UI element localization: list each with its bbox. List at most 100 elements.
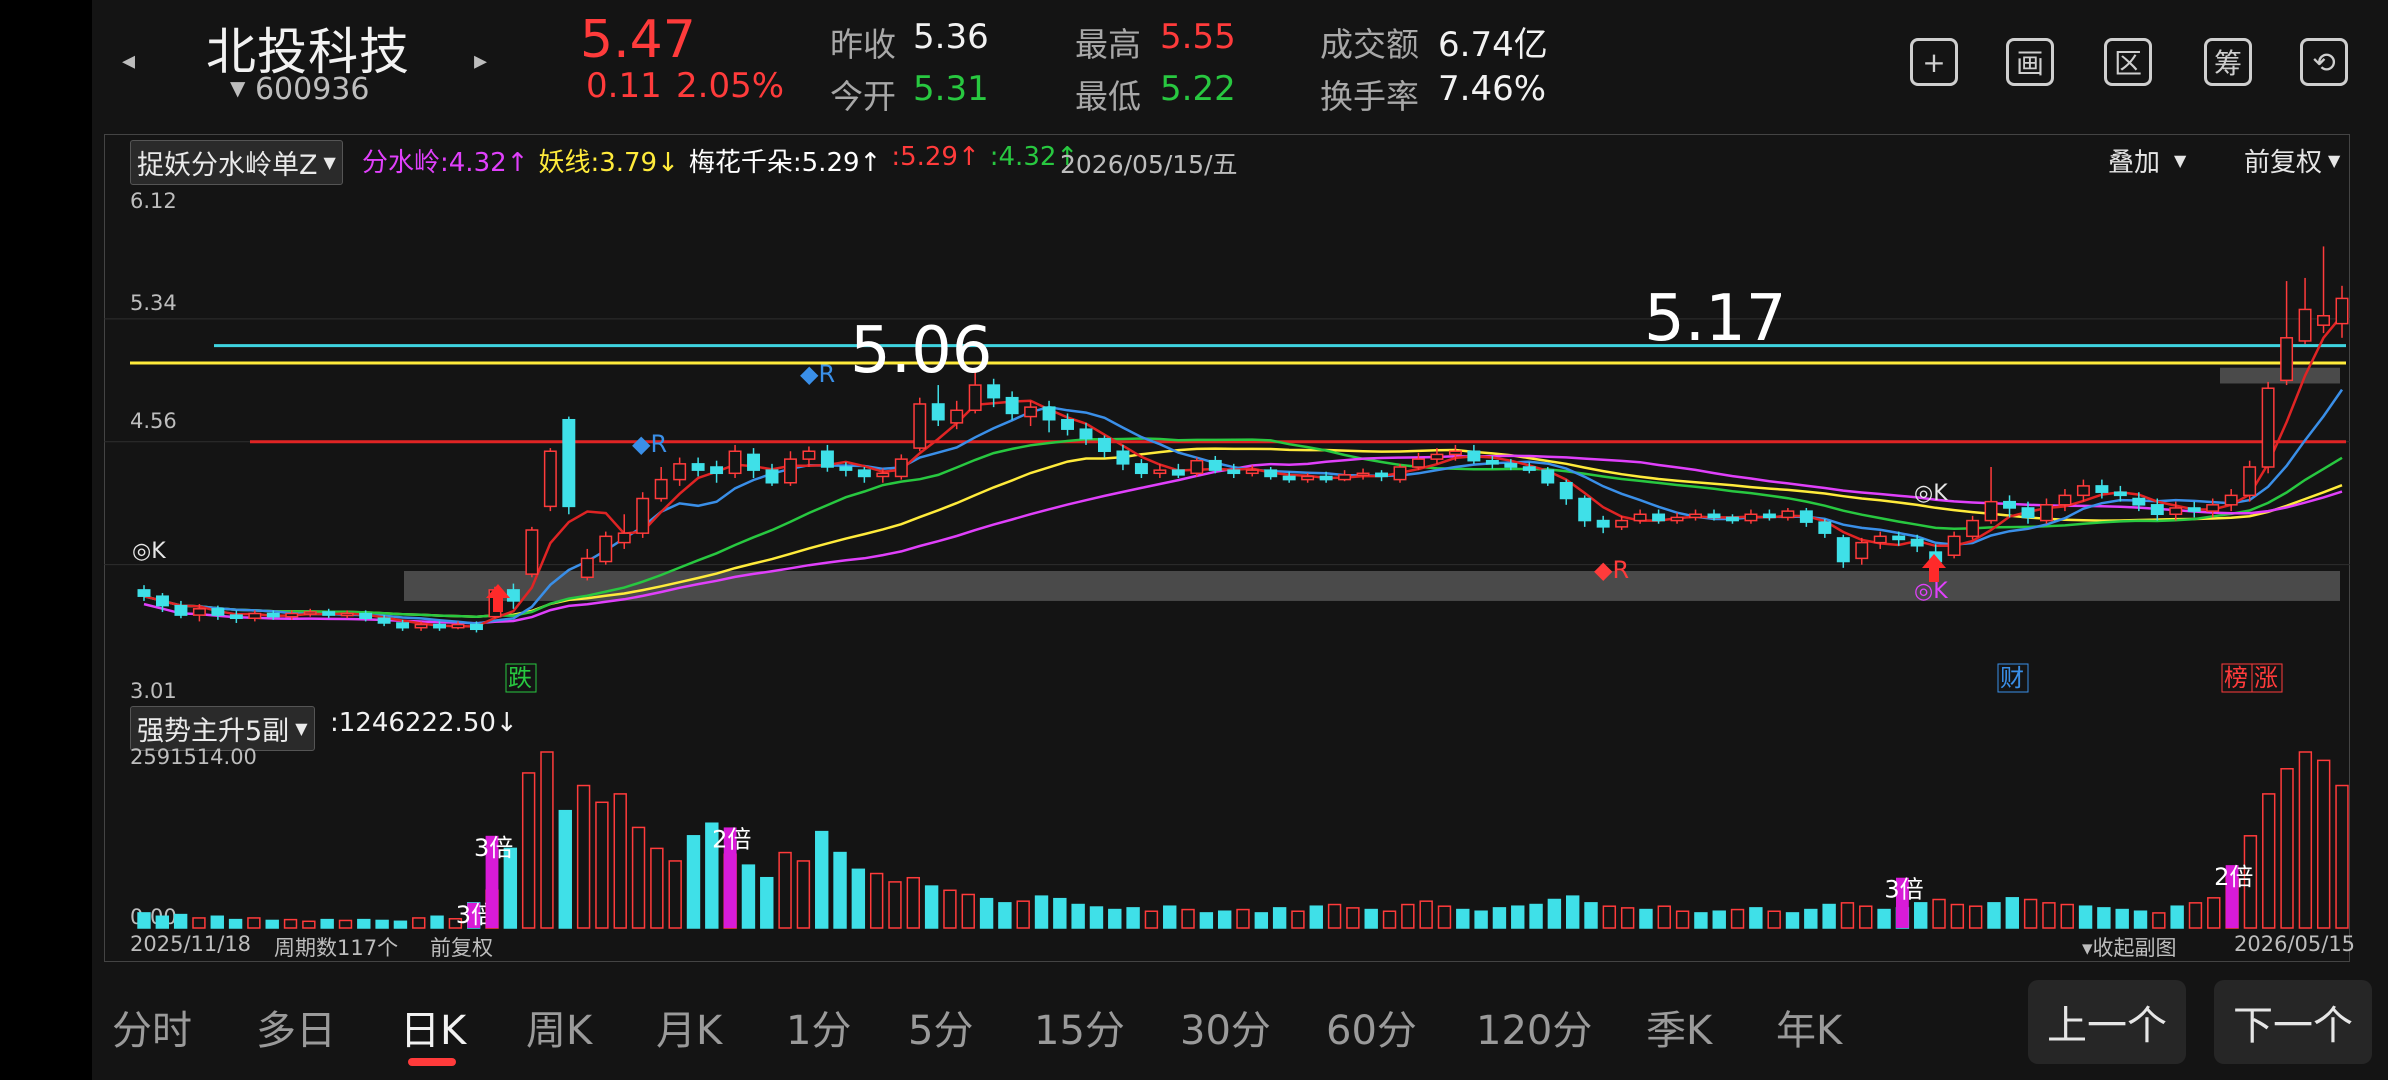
candle-body — [1725, 516, 1739, 522]
price-annotation: 5.06 — [850, 314, 993, 388]
volume-bar — [1346, 907, 1360, 929]
r-marker: ◆R — [632, 430, 667, 458]
tab-1[interactable]: 多日 — [256, 998, 336, 1056]
range-icon[interactable]: 区 — [2104, 38, 2152, 86]
tab-8[interactable]: 30分 — [1180, 998, 1271, 1056]
tab-6[interactable]: 5分 — [908, 998, 973, 1056]
candle-body — [1485, 459, 1499, 465]
price-change: 0.11 — [586, 66, 662, 106]
volume-bar — [2335, 784, 2349, 929]
draw-icon[interactable]: 画 — [2006, 38, 2054, 86]
collapse-label: 收起副图 — [2092, 936, 2177, 960]
open-label: 今开 — [830, 77, 896, 116]
legend-item: :5.29↑ — [891, 142, 980, 172]
candlestick-chart[interactable]: 6.12 5.34 4.56 3.01 5.06 5.17 ◆R ◆R ◆R ◎K ◎K ◎K 跌 财 榜涨 — [104, 180, 2350, 700]
volume-bar — [1456, 908, 1470, 929]
candle-body — [1596, 519, 1610, 528]
prev-stock-icon[interactable]: ◂ — [122, 46, 135, 76]
main-indicator-select[interactable]: 捉妖分水岭单Z ▼ — [130, 140, 343, 185]
tab-11[interactable]: 季K — [1646, 998, 1712, 1056]
chip-icon[interactable]: 筹 — [2204, 38, 2252, 86]
volume-bar — [1785, 912, 1800, 929]
volume-bar — [1419, 900, 1433, 929]
volume-bar — [1602, 905, 1617, 929]
volume-bar — [2298, 751, 2313, 929]
volume-bar — [1767, 910, 1781, 929]
period-count: 周期数117个 — [274, 936, 399, 960]
collapse-sub-chart[interactable]: ▾收起副图 — [2082, 932, 2177, 962]
high-value: 5.55 — [1160, 17, 1236, 57]
candle-body — [229, 614, 243, 620]
volume-bar — [1968, 905, 1983, 929]
volume-bar — [1694, 912, 1708, 929]
volume-bar — [1272, 907, 1287, 929]
candle-body — [266, 612, 280, 618]
volume-max-label: 2591514.00 — [130, 745, 257, 769]
candle-body — [285, 612, 299, 618]
candle-body — [322, 611, 336, 616]
legend-item: 妖线:3.79↓ — [538, 148, 679, 178]
candle-body — [2206, 504, 2220, 512]
tab-12[interactable]: 年K — [1776, 998, 1842, 1056]
k-marker: ◎K — [1914, 481, 1948, 506]
low-value: 5.22 — [1160, 69, 1236, 109]
volume-bar — [320, 918, 334, 929]
candle-body — [414, 623, 428, 629]
volume-bar — [2115, 908, 2129, 929]
tab-2[interactable]: 日K — [400, 998, 466, 1056]
prev-button[interactable]: 上一个 — [2028, 980, 2186, 1064]
volume-bar — [302, 920, 316, 929]
next-button[interactable]: 下一个 — [2214, 980, 2372, 1064]
tab-10[interactable]: 120分 — [1476, 998, 1592, 1056]
y-axis-label: 3.01 — [130, 679, 177, 700]
overlay-select[interactable]: 叠加 ▼ — [2108, 142, 2186, 179]
candle-body — [820, 450, 834, 468]
volume-bar — [1712, 910, 1726, 929]
tab-0[interactable]: 分时 — [112, 998, 192, 1056]
volume-bar — [1309, 905, 1323, 929]
volume-bar — [1840, 902, 1855, 929]
tab-7[interactable]: 15分 — [1034, 998, 1125, 1056]
tab-4[interactable]: 月K — [656, 998, 722, 1056]
candle-body — [1375, 472, 1389, 478]
candle-body — [1615, 519, 1629, 528]
candle-body — [2224, 494, 2238, 506]
tab-5[interactable]: 1分 — [786, 998, 851, 1056]
candle-body — [2132, 497, 2146, 506]
volume-bar — [650, 847, 664, 929]
candle-body — [1633, 513, 1647, 522]
end-date: 2026/05/15 — [2234, 932, 2356, 956]
volume-bar — [979, 897, 994, 929]
candle-body — [1245, 469, 1259, 475]
adjust-select[interactable]: 前复权 ▼ — [2244, 142, 2340, 179]
y-axis-label: 6.12 — [130, 189, 177, 213]
volume-bar — [1675, 910, 1690, 929]
candle-body — [1319, 475, 1333, 481]
candle-body — [433, 623, 447, 629]
candle-body — [1393, 466, 1407, 481]
volume-bar — [1327, 903, 1342, 929]
volume-bar — [283, 918, 298, 929]
volume-bar — [1016, 900, 1030, 929]
volume-bar — [1932, 898, 1946, 929]
sub-indicator-value: :1246222.50↓ — [330, 708, 518, 738]
landscape-rotate-icon[interactable]: ⟲ — [2300, 38, 2348, 86]
volume-bar — [1254, 912, 1269, 929]
volume-bar — [2005, 897, 2020, 929]
candle-body — [1799, 510, 1813, 523]
signal-label: 跌 — [508, 664, 532, 692]
candle-body — [2113, 491, 2127, 497]
candle-body — [2335, 297, 2349, 325]
volume-bar — [1584, 902, 1598, 929]
tab-3[interactable]: 周K — [526, 998, 592, 1056]
stock-code[interactable]: ▼ 600936 — [230, 72, 369, 107]
candle-body — [1762, 513, 1776, 519]
candle-body — [1836, 537, 1850, 563]
candle-body — [1116, 450, 1130, 465]
add-icon[interactable]: + — [1910, 38, 1958, 86]
tab-9[interactable]: 60分 — [1326, 998, 1417, 1056]
volume-chart[interactable]: 2591514.000.00 3倍3倍 2倍3倍 2倍 — [104, 740, 2350, 940]
candle-body — [562, 418, 576, 508]
candle-body — [137, 589, 151, 597]
next-stock-icon[interactable]: ▸ — [474, 46, 487, 76]
